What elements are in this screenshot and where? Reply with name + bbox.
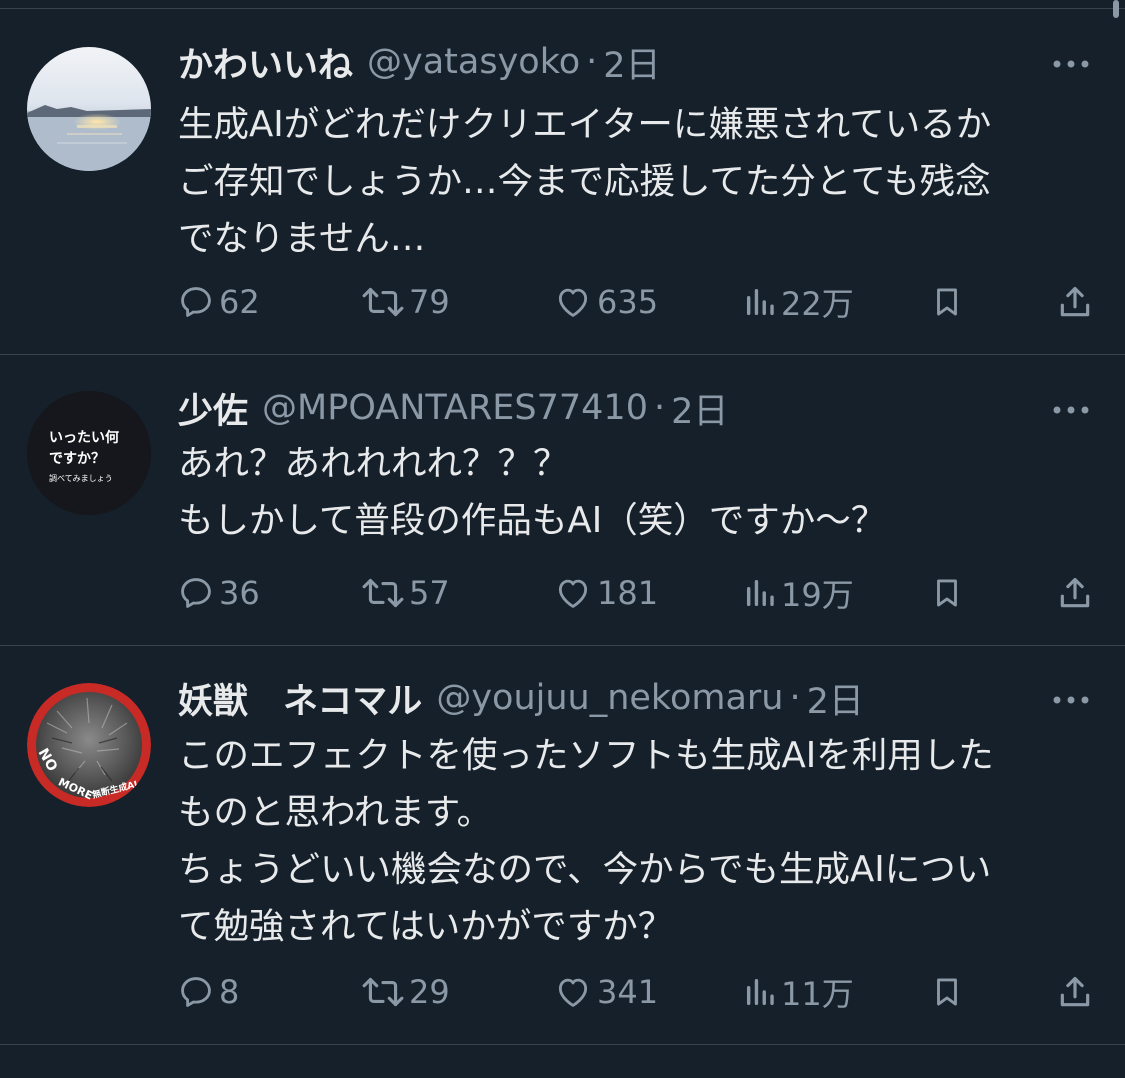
like-count: 181 — [597, 574, 659, 612]
share-icon — [1060, 286, 1090, 317]
tweet-text-line: あれ？あれれれれ？？？ — [178, 443, 569, 484]
action-bar: 36 57 181 19万 — [0, 571, 1125, 615]
retweet-count: 29 — [409, 973, 450, 1011]
views-icon — [746, 288, 774, 316]
tweet-header: 妖獣 ネコマル @youjuu_nekomaru · 2日 — [178, 676, 1093, 722]
reply-icon — [181, 287, 211, 317]
views-button[interactable]: 11万 — [743, 970, 854, 1014]
tweet-1[interactable]: かわいいね @yatasyoko · 2日 生成AIがどれだけクリエイターに嫌悪… — [0, 9, 1125, 355]
tweet-text-line: ご存知でしょうか…今まで応援してた分とても残念 — [178, 161, 991, 202]
more-options-button[interactable] — [1049, 388, 1093, 432]
like-count: 635 — [597, 283, 659, 321]
bookmark-icon — [937, 579, 957, 607]
tweet-header: かわいいね @yatasyoko · 2日 — [178, 40, 1093, 86]
reply-count: 8 — [219, 973, 240, 1011]
reply-button[interactable]: 36 — [177, 571, 260, 615]
action-bar: 62 79 635 22万 — [0, 280, 1125, 324]
avatar-text-line: ですか？ — [49, 451, 105, 467]
retweet-icon — [362, 287, 404, 317]
reply-button[interactable]: 62 — [177, 280, 260, 324]
views-button[interactable]: 19万 — [743, 571, 854, 615]
share-icon — [1060, 577, 1090, 608]
tweet-text-line: て勉強されてはいかがですか？ — [178, 906, 674, 947]
tweet-text-line: ちょうどいい機会なので、今からでも生成AIについ — [178, 849, 992, 890]
retweet-icon — [362, 977, 404, 1007]
reply-count: 62 — [219, 283, 260, 321]
retweet-button[interactable]: 57 — [361, 571, 450, 615]
separator-dot: · — [789, 678, 801, 718]
tweet-header: 少佐 @MPOANTARES77410 · 2日 — [178, 386, 1093, 432]
tweet-text: 生成AIがどれだけクリエイターに嫌悪されているか ご存知でしょうか…今まで応援し… — [178, 96, 1095, 267]
avatar-text-line: いったい何 — [49, 429, 119, 446]
bookmark-button[interactable] — [925, 280, 969, 324]
bookmark-button[interactable] — [925, 571, 969, 615]
share-button[interactable] — [1053, 970, 1097, 1014]
share-button[interactable] — [1053, 571, 1097, 615]
tweet-text-line: ものと思われます。 — [178, 792, 493, 833]
views-button[interactable]: 22万 — [743, 280, 854, 324]
more-icon — [1053, 406, 1089, 414]
share-button[interactable] — [1053, 280, 1097, 324]
user-handle[interactable]: @yatasyoko — [367, 42, 580, 82]
separator-dot: · — [586, 42, 598, 82]
display-name[interactable]: 妖獣 ネコマル — [178, 673, 422, 724]
avatar-text-line: 調べてみましょう — [49, 473, 113, 483]
more-options-button[interactable] — [1049, 678, 1093, 722]
like-icon — [558, 288, 588, 317]
tweet-2[interactable]: いったい何 ですか？ 調べてみましょう 少佐 @MPOANTARES77410 … — [0, 355, 1125, 646]
timestamp[interactable]: 2日 — [807, 673, 864, 724]
tweet-text-line: もしかして普段の作品もAI（笑）ですか〜？ — [178, 500, 887, 541]
reply-icon — [181, 977, 211, 1007]
timestamp[interactable]: 2日 — [671, 383, 728, 434]
bookmark-icon — [937, 978, 957, 1006]
avatar[interactable]: NO MORE 無断生成AI — [27, 683, 151, 807]
share-icon — [1060, 976, 1090, 1007]
display-name[interactable]: 少佐 — [178, 383, 248, 434]
separator-dot: · — [653, 388, 666, 428]
retweet-icon — [362, 578, 404, 608]
reply-icon — [181, 578, 211, 608]
like-button[interactable]: 635 — [553, 280, 658, 324]
views-icon — [746, 579, 774, 607]
avatar[interactable]: いったい何 ですか？ 調べてみましょう — [27, 391, 151, 515]
tweet-text-line: 生成AIがどれだけクリエイターに嫌悪されているか — [178, 104, 992, 145]
avatar[interactable] — [27, 47, 151, 171]
timestamp[interactable]: 2日 — [603, 37, 660, 88]
views-count: 11万 — [781, 975, 854, 1013]
like-button[interactable]: 181 — [553, 571, 658, 615]
reply-count: 36 — [219, 574, 260, 612]
more-icon — [1053, 60, 1089, 68]
bookmark-icon — [937, 288, 957, 316]
more-icon — [1053, 696, 1089, 704]
tweet-3[interactable]: NO MORE 無断生成AI 妖獣 ネコマル @youjuu_nekomaru … — [0, 646, 1125, 1045]
like-icon — [558, 978, 588, 1007]
like-count: 341 — [597, 973, 659, 1011]
retweet-button[interactable]: 79 — [361, 280, 450, 324]
views-icon — [746, 978, 774, 1006]
user-handle[interactable]: @MPOANTARES77410 — [262, 388, 648, 428]
reply-button[interactable]: 8 — [177, 970, 239, 1014]
display-name[interactable]: かわいいね — [178, 37, 353, 88]
retweet-count: 79 — [409, 283, 450, 321]
tweet-text-line: でなりません… — [178, 218, 426, 259]
retweet-count: 57 — [409, 574, 450, 612]
like-icon — [558, 579, 588, 608]
user-handle[interactable]: @youjuu_nekomaru — [436, 678, 783, 718]
tweet-text-line: このエフェクトを使ったソフトも生成AIを利用した — [178, 735, 994, 776]
tweet-text: あれ？あれれれれ？？？ もしかして普段の作品もAI（笑）ですか〜？ — [178, 435, 1095, 549]
retweet-button[interactable]: 29 — [361, 970, 450, 1014]
views-count: 19万 — [781, 576, 854, 614]
more-options-button[interactable] — [1049, 42, 1093, 86]
bookmark-button[interactable] — [925, 970, 969, 1014]
like-button[interactable]: 341 — [553, 970, 658, 1014]
views-count: 22万 — [781, 285, 854, 323]
tweet-text: このエフェクトを使ったソフトも生成AIを利用した ものと思われます。 ちょうどい… — [178, 727, 1095, 955]
action-bar: 8 29 341 11万 — [0, 970, 1125, 1014]
